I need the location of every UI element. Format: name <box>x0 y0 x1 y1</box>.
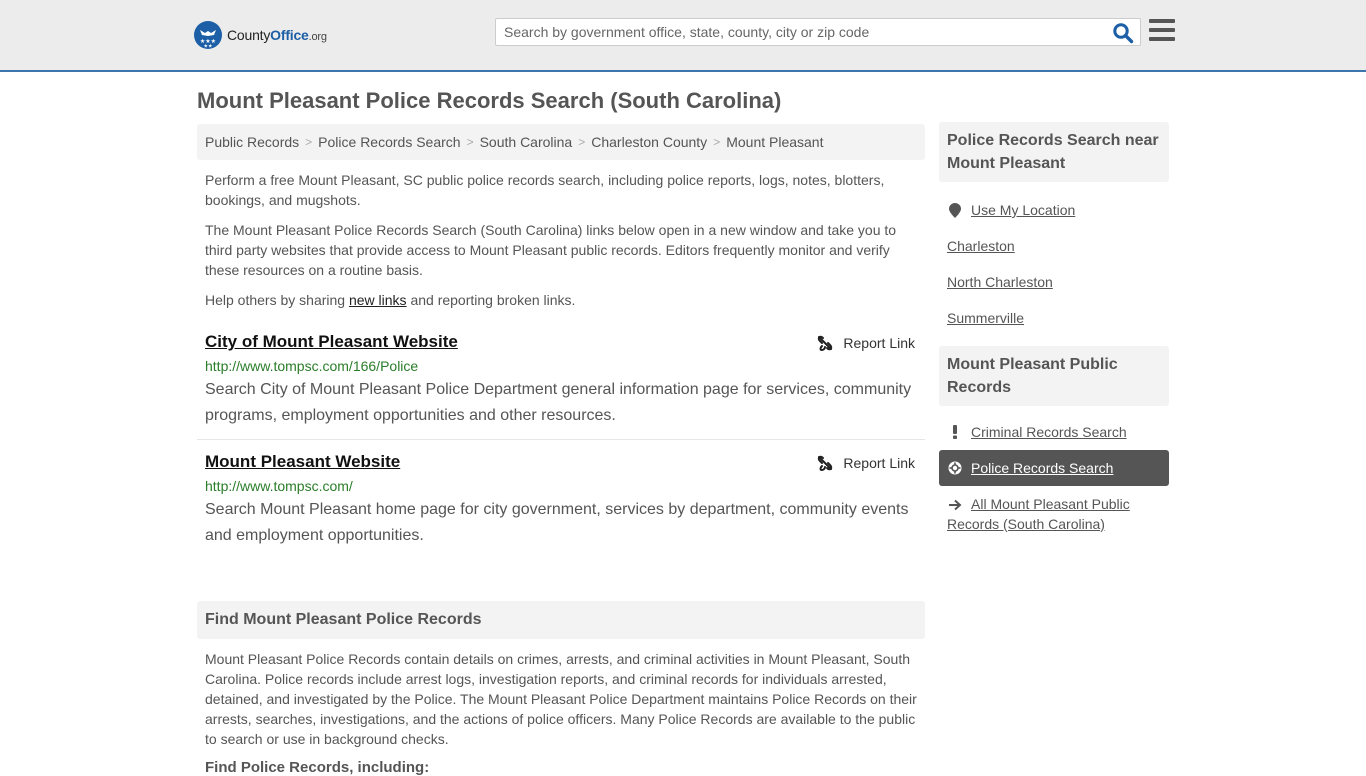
resource-link-description: Search City of Mount Pleasant Police Dep… <box>205 381 912 424</box>
breadcrumb-separator-icon: > <box>713 135 721 149</box>
search-box <box>495 18 1141 46</box>
exclamation-icon <box>947 425 963 439</box>
intro-paragraph: Perform a free Mount Pleasant, SC public… <box>205 172 885 208</box>
share-links-paragraph: Help others by sharing new links and rep… <box>205 292 576 308</box>
sidebar-item-all-public-records[interactable]: All Mount Pleasant Public Records (South… <box>939 494 1169 534</box>
search-input[interactable] <box>496 19 1096 45</box>
breadcrumb-separator-icon: > <box>305 135 313 149</box>
breadcrumb-police-records-search[interactable]: Police Records Search <box>318 134 460 150</box>
use-my-location-link[interactable]: Use My Location <box>939 200 1169 220</box>
resource-link-title[interactable]: City of Mount Pleasant Website <box>205 330 458 354</box>
resource-link-url: http://www.tompsc.com/ <box>205 478 353 494</box>
resource-link-url: http://www.tompsc.com/166/Police <box>205 358 419 374</box>
search-icon <box>1113 23 1134 44</box>
main-content: Public Records > Police Records Search >… <box>197 124 925 776</box>
logo-text: CountyOffice.org <box>227 27 327 43</box>
breadcrumb-separator-icon: > <box>466 135 474 149</box>
site-header: ★★★ ★★ CountyOffice.org <box>0 0 1366 72</box>
breadcrumb: Public Records > Police Records Search >… <box>197 124 925 160</box>
breadcrumb-charleston-county[interactable]: Charleston County <box>591 134 707 150</box>
sidebar-item-criminal-records-search[interactable]: Criminal Records Search <box>939 422 1169 442</box>
crosshair-icon <box>947 461 963 475</box>
breadcrumb-public-records[interactable]: Public Records <box>205 134 299 150</box>
new-links-link[interactable]: new links <box>349 292 407 308</box>
report-link-button[interactable]: Report Link <box>817 335 915 351</box>
find-records-paragraph: Mount Pleasant Police Records contain de… <box>205 651 917 747</box>
broken-link-icon <box>818 455 833 471</box>
nearby-link-charleston[interactable]: Charleston <box>939 236 1169 256</box>
hamburger-menu-icon[interactable] <box>1149 19 1175 43</box>
site-logo[interactable]: ★★★ ★★ CountyOffice.org <box>194 21 327 49</box>
sidebar: Police Records Search near Mount Pleasan… <box>939 122 1169 534</box>
resource-link-description: Search Mount Pleasant home page for city… <box>205 501 909 544</box>
svg-text:★★: ★★ <box>204 44 213 50</box>
nearby-heading: Police Records Search near Mount Pleasan… <box>939 122 1169 182</box>
breadcrumb-separator-icon: > <box>578 135 586 149</box>
nearby-link-north-charleston[interactable]: North Charleston <box>939 272 1169 292</box>
arrow-right-icon <box>947 499 963 511</box>
nearby-link-summerville[interactable]: Summerville <box>939 308 1169 328</box>
breadcrumb-south-carolina[interactable]: South Carolina <box>480 134 573 150</box>
resource-link-item: Mount Pleasant Website Report Link http:… <box>197 450 925 559</box>
find-records-heading: Find Mount Pleasant Police Records <box>197 601 925 639</box>
map-marker-icon <box>947 203 963 218</box>
resource-link-item: City of Mount Pleasant Website Report Li… <box>197 330 925 440</box>
page-title: Mount Pleasant Police Records Search (So… <box>197 88 782 113</box>
eagle-logo-icon: ★★★ ★★ <box>194 21 222 49</box>
disclaimer-paragraph: The Mount Pleasant Police Records Search… <box>205 222 897 278</box>
public-records-heading: Mount Pleasant Public Records <box>939 346 1169 406</box>
report-link-button[interactable]: Report Link <box>817 455 915 471</box>
breadcrumb-mount-pleasant[interactable]: Mount Pleasant <box>726 134 823 150</box>
resource-link-title[interactable]: Mount Pleasant Website <box>205 450 400 474</box>
sidebar-item-police-records-search[interactable]: Police Records Search <box>939 450 1169 486</box>
broken-link-icon <box>818 335 833 351</box>
search-button[interactable] <box>1112 22 1134 44</box>
